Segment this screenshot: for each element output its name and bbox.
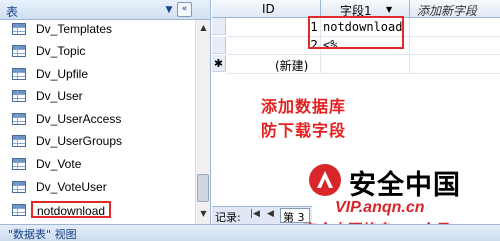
- table-item-label: notdownload: [31, 201, 111, 218]
- new-row-selector[interactable]: ✱: [212, 55, 226, 72]
- table-item-dv-useraccess[interactable]: Dv_UserAccess: [0, 108, 195, 130]
- row-selector[interactable]: [212, 37, 226, 54]
- new-record-row[interactable]: (新建): [275, 57, 308, 74]
- table-item-dv-voteuser[interactable]: Dv_VoteUser: [0, 176, 195, 198]
- column-header-add-field[interactable]: 添加新字段: [417, 2, 477, 19]
- grid-column-line: [409, 18, 410, 73]
- status-bar: "数据表" 视图: [0, 224, 500, 241]
- table-item-notdownload[interactable]: notdownload: [0, 199, 195, 221]
- table-item-dv-upfile[interactable]: Dv_Upfile: [0, 63, 195, 85]
- table-item-dv-usergroups[interactable]: Dv_UserGroups: [0, 130, 195, 152]
- table-item-dv-templates[interactable]: Dv_Templates: [0, 18, 195, 40]
- grid-row-line: [226, 54, 500, 55]
- chevron-down-icon[interactable]: ▼: [162, 3, 176, 17]
- annotation-line-2: 防下载字段: [261, 121, 347, 140]
- table-item-label: Dv_Topic: [36, 44, 86, 58]
- table-item-dv-user[interactable]: Dv_User: [0, 85, 195, 107]
- anqn-logo-icon: [309, 164, 341, 196]
- row-selector[interactable]: [212, 18, 226, 35]
- table-item-label: Dv_UserAccess: [36, 112, 122, 126]
- brand-name: 安全中国: [349, 170, 461, 201]
- record-navigator: 记录: |◀ ◀ 第 3: [212, 206, 312, 224]
- table-item-label: Dv_VoteUser: [36, 180, 107, 194]
- table-item-dv-topic[interactable]: Dv_Topic: [0, 40, 195, 62]
- table-item-label: Dv_UserGroups: [36, 134, 123, 148]
- table-icon: [12, 113, 26, 125]
- table-icon: [12, 90, 26, 102]
- table-icon: [12, 204, 26, 216]
- navigation-scrollbar[interactable]: ▲ ▼: [195, 20, 210, 224]
- record-label: 记录:: [215, 211, 241, 224]
- navigation-pane: 表 ▼ « Dv_Templates Dv_Topic Dv_Upfile Dv…: [0, 0, 211, 224]
- collapse-pane-icon[interactable]: «: [177, 2, 192, 17]
- table-icon: [12, 158, 26, 170]
- table-item-label: Dv_Upfile: [36, 67, 89, 81]
- navigation-pane-header: 表 ▼ «: [0, 0, 210, 20]
- table-icon: [12, 45, 26, 57]
- table-item-label: Dv_Templates: [36, 22, 113, 36]
- previous-record-icon[interactable]: ◀: [267, 209, 274, 219]
- view-mode-label: "数据表" 视图: [8, 228, 77, 241]
- table-icon: [12, 68, 26, 80]
- table-icon: [12, 23, 26, 35]
- table-item-label: Dv_Vote: [36, 157, 82, 171]
- scrollbar-thumb[interactable]: [197, 174, 209, 202]
- scroll-up-icon[interactable]: ▲: [196, 20, 210, 36]
- table-item-label: Dv_User: [36, 89, 83, 103]
- table-icon: [12, 181, 26, 193]
- grid-row-line: [226, 73, 500, 74]
- column-divider: [409, 0, 410, 18]
- annotation-line-1: 添加数据库: [261, 97, 347, 116]
- table-item-dv-vote[interactable]: Dv_Vote: [0, 153, 195, 175]
- table-icon: [12, 135, 26, 147]
- brand-url: VIP.anqn.cn: [335, 199, 425, 216]
- dropdown-arrow-icon[interactable]: ▼: [386, 5, 392, 14]
- first-record-icon[interactable]: |◀: [250, 209, 260, 219]
- highlight-box: [308, 16, 404, 49]
- scroll-down-icon[interactable]: ▼: [196, 206, 210, 222]
- column-header-id[interactable]: ID: [262, 2, 275, 16]
